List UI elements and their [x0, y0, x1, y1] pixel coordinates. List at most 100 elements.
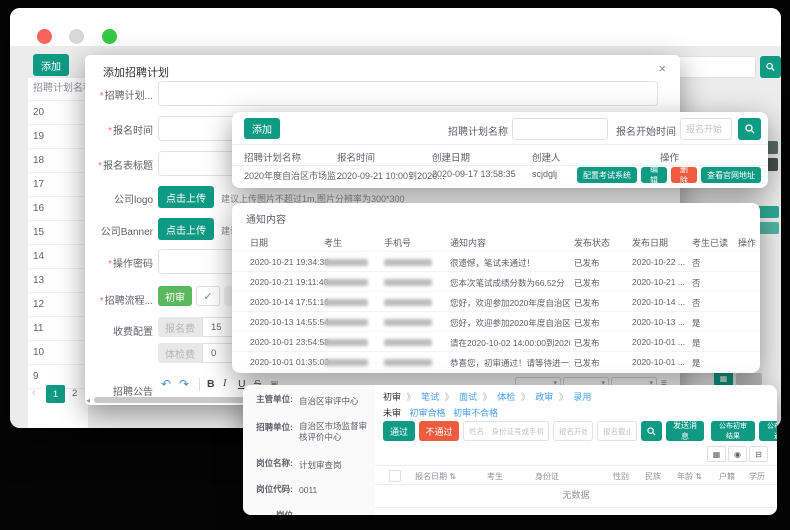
info-value: 自治区市场监督审核评价中心	[299, 421, 371, 443]
field-label-notice: 招聘公告	[91, 383, 153, 398]
delete-button[interactable]: 删除	[671, 167, 697, 183]
bg-action-sliver	[758, 222, 779, 234]
empty-state: 无数据	[375, 484, 777, 508]
list-item[interactable]: 13	[28, 269, 88, 293]
process-step-tag-shenhe[interactable]: 初审	[158, 286, 192, 306]
plan-name-search-label: 招聘计划名称	[448, 123, 508, 138]
close-window-icon[interactable]	[37, 29, 52, 44]
field-label-process: *招聘流程...	[91, 292, 153, 307]
undo-icon[interactable]: ↶	[161, 377, 171, 391]
bg-add-button[interactable]: 添加	[33, 54, 69, 76]
info-label: 岗位名称:	[247, 457, 293, 469]
bg-plan-list: 招聘计划名称 20 19 18 17 16 15 14 13 12 11 10 …	[28, 78, 88, 428]
list-item[interactable]: 17	[28, 173, 88, 197]
info-label: 招聘单位:	[247, 421, 293, 433]
pagination-page-1[interactable]: 1	[46, 385, 65, 403]
upload-banner-button[interactable]: 点击上传	[158, 218, 214, 240]
plan-name-input[interactable]	[158, 81, 658, 106]
modal-title: 添加招聘计划	[103, 64, 169, 80]
plan-time-cell: 2020-09-21 10:00到2020...	[337, 169, 445, 182]
list-item[interactable]: 12	[28, 293, 88, 317]
fail-button[interactable]: 不通过	[419, 421, 459, 441]
filter-fail[interactable]: 初审不合格	[453, 408, 498, 418]
configure-exam-button[interactable]: 配置考试系统	[577, 167, 637, 183]
field-label-form-title: *报名表标题	[91, 157, 153, 172]
table-row: 2020-10-21 19:34:38 很遗憾，笔试未通过！ 已发布 2020-…	[232, 251, 760, 272]
field-label-fee: 收费配置	[91, 323, 153, 338]
tab-zhengshen[interactable]: 政审	[535, 392, 553, 402]
list-item[interactable]: 10	[28, 341, 88, 365]
minimize-window-icon[interactable]	[69, 29, 84, 44]
bg-search-button[interactable]	[760, 56, 781, 78]
pagination-prev-icon[interactable]: ‹	[32, 387, 35, 398]
redo-icon[interactable]: ↷	[179, 377, 189, 391]
redacted-phone	[384, 339, 432, 346]
list-item[interactable]: 15	[28, 221, 88, 245]
list-item[interactable]: 18	[28, 149, 88, 173]
field-label-time: *报名时间	[91, 122, 153, 137]
italic-icon[interactable]: I	[223, 378, 227, 389]
publish-review-result-button[interactable]: 公布初审结果	[711, 421, 755, 441]
list-item[interactable]: 20	[28, 101, 88, 125]
upload-logo-button[interactable]: 点击上传	[158, 186, 214, 208]
list-item[interactable]: 19	[28, 125, 88, 149]
plan-name-cell: 2020年度自治区市场监...	[244, 169, 344, 182]
publish-check-notice-button[interactable]: 公布检查通知	[759, 421, 777, 441]
redacted-phone	[384, 299, 432, 306]
tab-tijian[interactable]: 体检	[497, 392, 515, 402]
check-icon[interactable]: ✓	[196, 286, 220, 306]
tab-luyong[interactable]: 录用	[573, 392, 591, 402]
sort-icon[interactable]: ⇅	[695, 472, 702, 481]
start-time-search-input[interactable]	[680, 118, 732, 140]
field-label-banner: 公司Banner	[91, 223, 153, 238]
seal-icon[interactable]: ◉	[728, 446, 747, 462]
bold-icon[interactable]: B	[207, 378, 215, 390]
maximize-window-icon[interactable]	[102, 29, 117, 44]
required-mark: *	[100, 91, 104, 102]
info-value: 计划审查岗	[299, 459, 371, 471]
tab-chushen[interactable]: 初审	[383, 392, 401, 402]
redacted-candidate	[324, 279, 368, 286]
bg-list-header: 招聘计划名称	[28, 78, 88, 101]
keyword-search-input[interactable]	[463, 421, 549, 441]
edit-button[interactable]: 编辑	[641, 167, 667, 183]
pass-button[interactable]: 通过	[383, 421, 415, 441]
fee-label-chip: 报名费	[158, 317, 202, 337]
list-item[interactable]: 16	[28, 197, 88, 221]
grid-icon[interactable]: ▦	[707, 446, 726, 462]
review-panel: 主管单位: 自治区审评中心 招聘单位: 自治区市场监督审核评价中心 岗位名称: …	[243, 385, 777, 515]
end-date-input[interactable]	[597, 421, 637, 441]
print-icon[interactable]: ⊟	[749, 446, 768, 462]
table-row: 2020-10-13 14:55:54 您好，欢迎参加2020年度自治区市场..…	[232, 311, 760, 332]
view-site-button[interactable]: 查看官网地址	[701, 167, 761, 183]
start-date-input[interactable]	[553, 421, 593, 441]
filter-pass[interactable]: 初审合格	[410, 408, 446, 418]
info-label: 主管单位:	[247, 393, 293, 405]
plans-table-header: 招聘计划名称 报名时间 创建日期 创建人 操作	[232, 144, 768, 166]
select-all-checkbox[interactable]	[389, 470, 401, 482]
info-label: 岗位代码:	[247, 483, 293, 495]
scroll-left-icon[interactable]: ◂	[86, 396, 90, 405]
tab-bishi[interactable]: 笔试	[421, 392, 439, 402]
search-icon	[766, 62, 775, 72]
info-value: 自治区审评中心	[299, 395, 371, 407]
plans-search-button[interactable]	[738, 118, 761, 140]
plans-add-button[interactable]: 添加	[244, 118, 280, 139]
pagination-page-2[interactable]: 2	[72, 388, 77, 399]
search-icon	[647, 427, 656, 436]
send-message-button[interactable]: 发送消息	[666, 421, 704, 441]
screenshot-stage: 添加 招聘计划名称 20 19 18 17 16 15 14 13 12 11 …	[0, 0, 790, 530]
plan-created-cell: 2020-09-17 13:58:35	[432, 169, 516, 179]
field-label-plan-name: *招聘计划...	[91, 87, 153, 102]
window-titlebar	[10, 8, 781, 47]
review-search-button[interactable]	[641, 421, 662, 441]
plan-name-search-input[interactable]	[512, 118, 608, 140]
plan-creator-cell: scjdglj	[532, 169, 557, 179]
close-icon[interactable]: ×	[658, 61, 666, 76]
list-item[interactable]: 11	[28, 317, 88, 341]
list-item[interactable]: 14	[28, 245, 88, 269]
redacted-phone	[384, 259, 432, 266]
tab-mianshi[interactable]: 面试	[459, 392, 477, 402]
filter-unreviewed[interactable]: 未审	[383, 408, 401, 418]
sort-icon[interactable]: ⇅	[449, 472, 456, 481]
